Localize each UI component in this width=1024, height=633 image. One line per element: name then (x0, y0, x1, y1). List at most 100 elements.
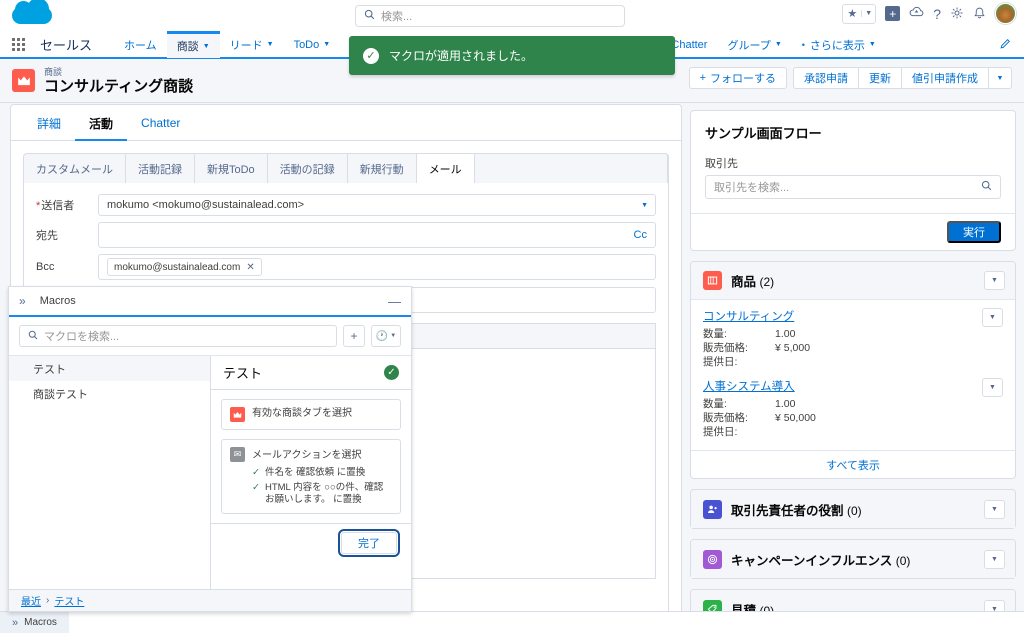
date-label: 提供日: (703, 356, 738, 368)
app-name-label[interactable]: セールス (40, 35, 92, 54)
action-tab-new-todo[interactable]: 新規ToDo (195, 154, 268, 183)
macro-step[interactable]: 有効な商談タブを選択 (221, 399, 401, 430)
execute-flow-button[interactable]: 実行 (947, 221, 1001, 243)
show-all-products-link[interactable]: すべて表示 (691, 450, 1015, 478)
product-date-row: 提供日: (703, 355, 1003, 369)
chevron-down-icon[interactable]: ▼ (775, 41, 782, 48)
close-icon[interactable]: ✕ (246, 262, 254, 273)
contact-roles-card-header[interactable]: 取引先責任者の役割 (0) ▼ (691, 490, 1015, 528)
campaign-influence-title-text: キャンペーンインフルエンス (731, 553, 893, 568)
product-name-link[interactable]: コンサルティング (703, 308, 794, 324)
breadcrumb: 最近 › テスト (9, 589, 411, 611)
campaign-icon (703, 549, 722, 569)
action-tab-activity-log[interactable]: 活動記録 (126, 154, 195, 183)
success-check-icon: ✓ (384, 365, 399, 380)
product-row-menu-button[interactable]: ▼ (982, 378, 1003, 397)
breadcrumb-root[interactable]: 最近 (21, 593, 41, 608)
chevron-down-icon[interactable]: ▼ (323, 41, 330, 48)
to-field[interactable]: Cc (98, 222, 656, 248)
recent-macros-button[interactable]: 🕐 ▼ (371, 325, 401, 347)
macro-list-item[interactable]: テスト (9, 356, 210, 381)
price-value: ¥ 50,000 (775, 412, 816, 424)
tab-activity[interactable]: 活動 (75, 105, 127, 141)
update-button[interactable]: 更新 (858, 67, 901, 89)
macros-search-row: マクロを検索... + 🕐 ▼ (9, 317, 411, 355)
activity-action-tabs: カスタムメール 活動記録 新規ToDo 活動の記録 新規行動 メール (23, 153, 669, 184)
nav-item-more[interactable]: • さらに表示 ▼ (792, 31, 886, 58)
quantity-label: 数量: (703, 328, 727, 340)
campaign-influence-card-header[interactable]: キャンペーンインフルエンス (0) ▼ (691, 540, 1015, 578)
utility-item-label: Macros (24, 617, 57, 628)
macro-step[interactable]: ✉ メールアクションを選択 ✓ 件名を 確認依頼 に置換 ✓ HTML 内容を … (221, 439, 401, 514)
action-tab-custom-email[interactable]: カスタムメール (24, 154, 126, 183)
campaign-influence-menu-button[interactable]: ▼ (984, 549, 1005, 569)
action-tab-new-event[interactable]: 新規行動 (348, 154, 417, 183)
product-name-link[interactable]: 人事システム導入 (703, 378, 795, 394)
product-quantity-row: 数量: 1.00 (703, 327, 1003, 341)
account-search-input[interactable]: 取引先を検索... (705, 175, 1001, 199)
cloud-icon[interactable] (909, 5, 924, 22)
minimize-icon[interactable]: — (388, 294, 401, 309)
breadcrumb-current[interactable]: テスト (54, 593, 84, 608)
product-row-menu-button[interactable]: ▼ (982, 308, 1003, 327)
new-macro-button[interactable]: + (343, 325, 365, 347)
macro-list-item[interactable]: 商談テスト (9, 381, 210, 406)
app-launcher-waffle-icon[interactable] (12, 37, 28, 53)
global-search-input[interactable]: 検索... (355, 5, 625, 27)
product-date-row: 提供日: (703, 425, 1003, 439)
campaign-influence-card-title: キャンペーンインフルエンス (0) (731, 550, 910, 569)
nav-item-home[interactable]: ホーム (114, 31, 167, 58)
user-avatar[interactable] (995, 3, 1016, 24)
follow-button[interactable]: + フォローする (688, 67, 787, 89)
double-chevron-right-icon: » (19, 294, 26, 308)
done-button[interactable]: 完了 (338, 528, 400, 557)
list-item: コンサルティング ▼ 数量: 1.00 販売価格: ¥ 5,000 提供日: (703, 308, 1003, 369)
check-icon: ✓ (252, 482, 260, 493)
tab-details[interactable]: 詳細 (23, 105, 75, 141)
follow-button-label: フォローする (710, 73, 776, 85)
macro-substep: ✓ 件名を 確認依頼 に置換 (252, 467, 392, 479)
plus-icon[interactable]: + (885, 6, 901, 21)
cc-link[interactable]: Cc (634, 229, 647, 241)
chevron-down-icon[interactable]: ▼ (861, 10, 875, 17)
contact-roles-menu-button[interactable]: ▼ (984, 499, 1005, 519)
chevron-down-icon[interactable]: ▼ (267, 41, 274, 48)
question-mark-icon[interactable]: ? (933, 7, 941, 21)
macros-panel-header[interactable]: » Macros — (9, 287, 411, 317)
nav-item-label: ToDo (293, 38, 320, 51)
from-field[interactable]: mokumo <mokumo@sustainalead.com> ▼ (98, 194, 656, 216)
quantity-label: 数量: (703, 398, 727, 410)
pencil-icon[interactable] (999, 37, 1012, 53)
nav-item-groups[interactable]: グループ ▼ (717, 31, 791, 58)
chevron-down-icon: ▼ (996, 74, 1004, 82)
nav-item-opportunities[interactable]: 商談 ▼ (166, 31, 220, 58)
salesforce-cloud-logo[interactable] (8, 0, 56, 30)
nav-item-todo[interactable]: ToDo ▼ (284, 31, 341, 58)
bcc-field[interactable]: mokumo@sustainalead.com ✕ (98, 254, 656, 280)
macro-substep-list: ✓ 件名を 確認依頼 に置換 ✓ HTML 内容を ○○の件、確認お願いします。… (252, 467, 392, 506)
more-actions-button[interactable]: ▼ (988, 67, 1012, 89)
chevron-down-icon[interactable]: ▼ (641, 202, 648, 209)
chevron-down-icon[interactable]: ▼ (203, 43, 210, 50)
action-tab-log-activity[interactable]: 活動の記録 (268, 154, 348, 183)
favorites-button[interactable]: ★ ▼ (842, 3, 877, 24)
bell-icon[interactable] (973, 6, 986, 22)
bcc-recipient-pill[interactable]: mokumo@sustainalead.com ✕ (107, 258, 262, 276)
nav-item-leads[interactable]: リード ▼ (220, 31, 284, 58)
utility-item-macros[interactable]: » Macros (0, 611, 69, 633)
action-tab-email[interactable]: メール (416, 154, 475, 184)
nav-item-label: リード (229, 39, 263, 52)
salesforce-app: 検索... ★ ▼ + ? セールス ホーム 商談 ▼ リード ▼ ToDo ▼… (0, 0, 1024, 633)
plus-icon: + (350, 329, 358, 343)
chevron-down-icon[interactable]: ▼ (869, 41, 876, 48)
products-card-menu-button[interactable]: ▼ (984, 271, 1005, 290)
macro-step-label: 有効な商談タブを選択 (252, 408, 352, 419)
gear-icon[interactable] (950, 6, 964, 22)
macros-panel: » Macros — マクロを検索... + 🕐 ▼ テスト 商談テスト テスト… (8, 286, 412, 612)
tab-chatter[interactable]: Chatter (127, 105, 194, 141)
macro-search-input[interactable]: マクロを検索... (19, 325, 337, 347)
approval-request-button[interactable]: 承認申請 (793, 67, 858, 89)
from-field-row: *送信者 mokumo <mokumo@sustainalead.com> ▼ (24, 191, 668, 219)
discount-request-button[interactable]: 値引申請作成 (901, 67, 988, 89)
price-label: 販売価格: (703, 342, 748, 354)
